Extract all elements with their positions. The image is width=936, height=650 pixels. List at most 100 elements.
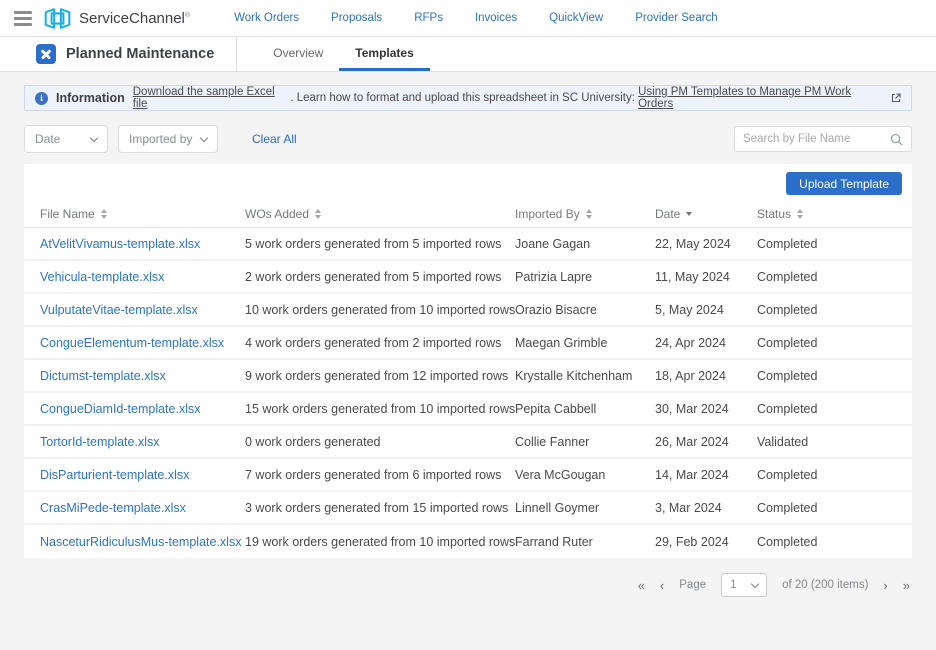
table-row: DisParturient-template.xlsx7 work orders… <box>24 459 912 492</box>
status-cell: Completed <box>757 402 912 416</box>
sort-icon[interactable] <box>797 209 803 219</box>
download-sample-link[interactable]: Download the sample Excel file <box>133 86 291 110</box>
status-cell: Completed <box>757 369 912 383</box>
file-link[interactable]: CrasMiPede-template.xlsx <box>40 501 245 515</box>
divider <box>236 37 237 71</box>
imported-by-cell: Collie Fanner <box>515 435 655 449</box>
imported-by-cell: Linnell Goymer <box>515 501 655 515</box>
banner-text: Learn how to format and upload this spre… <box>297 92 638 104</box>
date-cell: 26, Mar 2024 <box>655 435 757 449</box>
sort-desc-icon[interactable] <box>686 212 692 216</box>
search-box <box>734 126 912 152</box>
imported-by-cell: Pepita Cabbell <box>515 402 655 416</box>
tab-bar: Overview Templates <box>257 37 429 71</box>
sort-icon[interactable] <box>586 209 592 219</box>
imported-by-cell: Vera McGougan <box>515 468 655 482</box>
tab-templates[interactable]: Templates <box>339 37 429 71</box>
previous-page-icon[interactable]: ‹ <box>660 579 664 592</box>
status-cell: Completed <box>757 336 912 350</box>
status-cell: Completed <box>757 237 912 251</box>
wos-added-cell: 15 work orders generated from 10 importe… <box>245 402 515 416</box>
date-filter-label: Date <box>35 132 60 146</box>
status-cell: Completed <box>757 535 912 549</box>
imported-by-filter-dropdown[interactable]: Imported by <box>118 125 218 153</box>
nav-proposals[interactable]: Proposals <box>331 12 382 24</box>
header-file-name-label: File Name <box>40 207 95 221</box>
hamburger-menu-icon[interactable] <box>14 11 32 26</box>
file-link[interactable]: TortorId-template.xlsx <box>40 435 245 449</box>
clear-all-link[interactable]: Clear All <box>252 132 297 146</box>
status-cell: Completed <box>757 501 912 515</box>
nav-quickview[interactable]: QuickView <box>549 12 603 24</box>
nav-rfps[interactable]: RFPs <box>414 12 443 24</box>
file-link[interactable]: Vehicula-template.xlsx <box>40 270 245 284</box>
imported-by-cell: Farrand Ruter <box>515 535 655 549</box>
table-row: Dictumst-template.xlsx9 work orders gene… <box>24 360 912 393</box>
date-filter-dropdown[interactable]: Date <box>24 125 108 153</box>
sc-university-link[interactable]: Using PM Templates to Manage PM Work Ord… <box>638 86 886 110</box>
imported-by-cell: Joane Gagan <box>515 237 655 251</box>
first-page-icon[interactable]: « <box>638 579 645 592</box>
date-cell: 22, May 2024 <box>655 237 757 251</box>
page-label: Page <box>679 579 706 591</box>
imported-by-cell: Patrizia Lapre <box>515 270 655 284</box>
logo-trademark: ® <box>185 12 190 19</box>
chevron-down-icon <box>751 579 759 587</box>
next-page-icon[interactable]: › <box>883 579 887 592</box>
search-icon[interactable] <box>890 133 903 146</box>
page-count-label: of 20 (200 items) <box>782 579 868 591</box>
header-status-label: Status <box>757 207 791 221</box>
date-cell: 11, May 2024 <box>655 270 757 284</box>
nav-work-orders[interactable]: Work Orders <box>234 12 299 24</box>
header-wos-added-label: WOs Added <box>245 207 309 221</box>
tab-overview[interactable]: Overview <box>257 37 339 71</box>
servicechannel-logo-icon <box>44 7 71 30</box>
nav-provider-search[interactable]: Provider Search <box>635 12 717 24</box>
page-title: Planned Maintenance <box>66 46 214 62</box>
main-content: i Information Download the sample Excel … <box>0 85 936 650</box>
file-link[interactable]: NasceturRidiculusMus-template.xlsx <box>40 535 245 549</box>
status-cell: Completed <box>757 468 912 482</box>
sort-icon[interactable] <box>101 209 107 219</box>
wos-added-cell: 4 work orders generated from 2 imported … <box>245 336 515 350</box>
header-date: Date <box>655 207 757 221</box>
status-cell: Completed <box>757 303 912 317</box>
nav-invoices[interactable]: Invoices <box>475 12 517 24</box>
last-page-icon[interactable]: » <box>903 579 910 592</box>
wos-added-cell: 10 work orders generated from 10 importe… <box>245 303 515 317</box>
servicechannel-logo[interactable]: ServiceChannel® <box>44 7 190 30</box>
file-link[interactable]: CongueDiamId-template.xlsx <box>40 402 245 416</box>
file-link[interactable]: DisParturient-template.xlsx <box>40 468 245 482</box>
table-row: VulputateVitae-template.xlsx10 work orde… <box>24 294 912 327</box>
chevron-down-icon <box>90 133 98 141</box>
search-input[interactable] <box>743 133 890 145</box>
date-cell: 18, Apr 2024 <box>655 369 757 383</box>
date-cell: 3, Mar 2024 <box>655 501 757 515</box>
file-link[interactable]: CongueElementum-template.xlsx <box>40 336 245 350</box>
imported-by-cell: Krystalle Kitchenham <box>515 369 655 383</box>
date-cell: 5, May 2024 <box>655 303 757 317</box>
imported-by-cell: Orazio Bisacre <box>515 303 655 317</box>
top-bar: ServiceChannel® Work Orders Proposals RF… <box>0 0 936 37</box>
file-link[interactable]: Dictumst-template.xlsx <box>40 369 245 383</box>
filter-bar: Date Imported by Clear All <box>24 125 912 153</box>
module-title-group: Planned Maintenance <box>36 37 214 71</box>
banner-title: Information <box>56 91 125 105</box>
table-row: NasceturRidiculusMus-template.xlsx19 wor… <box>24 525 912 558</box>
upload-template-button[interactable]: Upload Template <box>786 172 902 195</box>
header-date-label: Date <box>655 207 680 221</box>
info-icon: i <box>35 92 48 105</box>
file-link[interactable]: AtVelitVivamus-template.xlsx <box>40 237 245 251</box>
header-file-name: File Name <box>40 207 245 221</box>
status-cell: Completed <box>757 270 912 284</box>
table-row: AtVelitVivamus-template.xlsx5 work order… <box>24 228 912 261</box>
planned-maintenance-icon <box>36 44 56 64</box>
table-row: Vehicula-template.xlsx2 work orders gene… <box>24 261 912 294</box>
sub-header: Planned Maintenance Overview Templates <box>0 37 936 72</box>
sort-icon[interactable] <box>315 209 321 219</box>
wos-added-cell: 0 work orders generated <box>245 435 515 449</box>
file-link[interactable]: VulputateVitae-template.xlsx <box>40 303 245 317</box>
wos-added-cell: 3 work orders generated from 15 imported… <box>245 501 515 515</box>
header-imported-by: Imported By <box>515 207 655 221</box>
page-select-dropdown[interactable]: 1 <box>721 573 767 597</box>
